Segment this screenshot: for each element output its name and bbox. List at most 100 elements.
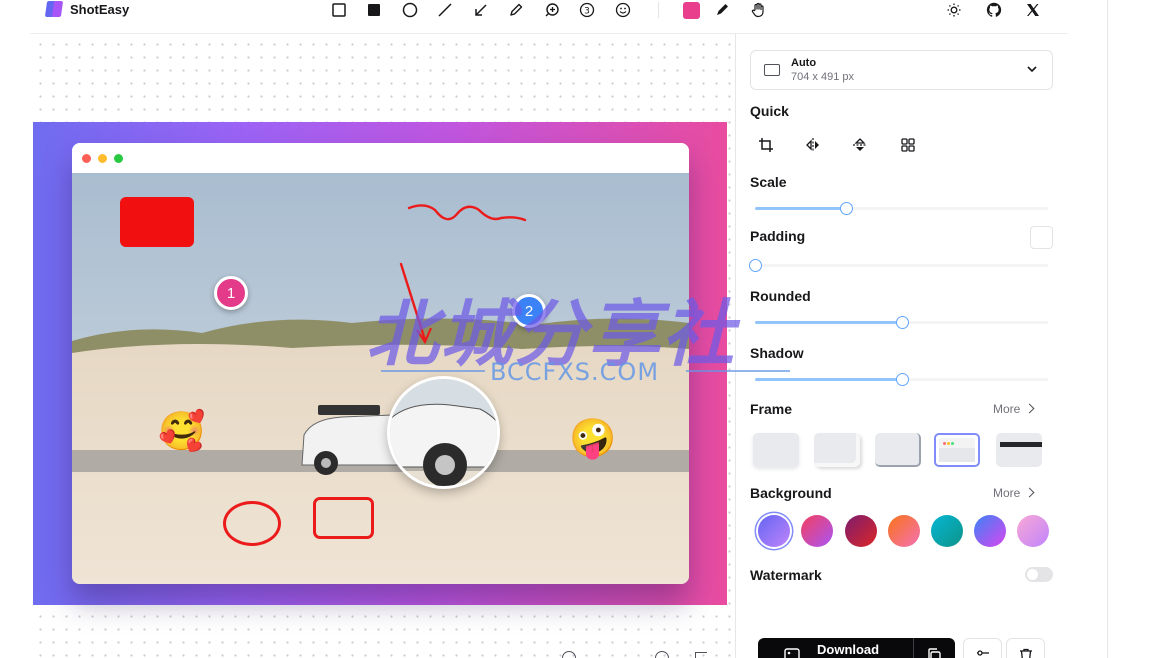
sliders-icon: [977, 650, 989, 656]
flip-vertical-button[interactable]: [849, 135, 871, 155]
magnifier-tool[interactable]: [542, 0, 562, 20]
padding-label: Padding: [750, 228, 806, 244]
flip-horizontal-button[interactable]: [802, 135, 824, 155]
copy-icon[interactable]: [926, 647, 942, 658]
freehand-squiggle[interactable]: [405, 196, 530, 236]
padding-color-picker[interactable]: [1030, 226, 1053, 249]
active-color-swatch: [682, 1, 700, 19]
theme-toggle[interactable]: [944, 0, 964, 20]
size-preset-dimensions: 704 x 491 px: [791, 71, 854, 83]
x-logo-icon: [1027, 4, 1039, 16]
watermark-line-left: [381, 370, 485, 372]
window-titlebar: [72, 143, 689, 173]
scale-slider[interactable]: [755, 201, 1048, 215]
background-more-link[interactable]: More: [993, 486, 1035, 500]
watermark-label: Watermark: [750, 567, 822, 583]
rounded-label: Rounded: [750, 288, 811, 304]
frame-macos-body: [939, 448, 975, 462]
sun-icon: [947, 3, 961, 17]
circle-tool[interactable]: [400, 0, 420, 20]
page-edge-divider: [1107, 0, 1108, 658]
frame-option-stack[interactable]: [814, 433, 860, 467]
zoom-in-icon[interactable]: [655, 651, 669, 658]
settings-button[interactable]: [963, 638, 1002, 658]
magnifier-lens[interactable]: [387, 376, 500, 489]
pen-tool[interactable]: [506, 0, 526, 20]
hand-tool[interactable]: [748, 0, 768, 20]
size-preset-select[interactable]: Auto 704 x 491 px: [750, 50, 1053, 90]
background-swatch-orange[interactable]: [888, 515, 920, 547]
frame-more-link[interactable]: More: [993, 402, 1035, 416]
chevron-down-icon: [1027, 66, 1037, 73]
filled-rectangle-tool[interactable]: [364, 0, 384, 20]
ellipse-annotation[interactable]: [223, 501, 281, 546]
background-swatch-teal[interactable]: [931, 515, 963, 547]
frame-option-macos-light[interactable]: [934, 433, 980, 467]
arrow-tool[interactable]: [471, 0, 491, 20]
rounded-slider[interactable]: [755, 315, 1048, 329]
emoji-smiling-hearts[interactable]: 🥰: [158, 413, 205, 451]
monitor-icon: [764, 64, 780, 76]
emoji-tool[interactable]: [613, 0, 633, 20]
crop-button[interactable]: [755, 135, 777, 155]
number-tool[interactable]: 3: [577, 0, 597, 20]
number-badge-1[interactable]: 1: [214, 276, 248, 310]
chevron-right-icon: [1024, 403, 1035, 414]
grid-icon: [901, 138, 915, 152]
crop-icon: [759, 138, 773, 152]
fullscreen-icon[interactable]: [695, 652, 707, 658]
color-picker[interactable]: [681, 0, 701, 20]
emoji-zany-face[interactable]: 🤪: [569, 420, 616, 458]
watermark-domain-text: BCCFXS.COM: [490, 358, 660, 386]
scale-slider-thumb[interactable]: [839, 202, 853, 215]
layout-grid-button[interactable]: [897, 135, 919, 155]
size-preset-name: Auto: [791, 57, 817, 69]
brush-icon: [717, 4, 728, 15]
image-icon: [784, 648, 800, 658]
background-swatch-blue-magenta[interactable]: [974, 515, 1006, 547]
download-button[interactable]: Download: [758, 638, 955, 658]
rectangle-tool[interactable]: [329, 0, 349, 20]
shadow-slider[interactable]: [755, 372, 1048, 386]
hand-icon: [751, 2, 764, 18]
app-name: ShotEasy: [70, 1, 130, 17]
shoteasy-app: ShotEasy 3 1 2 🥰 🤪 北城分享社 BCCFXS.COM Auto…: [0, 0, 1173, 658]
frame-option-none[interactable]: [753, 433, 799, 467]
filled-rectangle-annotation[interactable]: [120, 197, 194, 247]
padding-slider[interactable]: [749, 258, 1048, 272]
line-icon: [438, 3, 452, 17]
frame-option-macos-dark[interactable]: [996, 433, 1042, 467]
minimize-dot: [98, 154, 107, 163]
brush-tool[interactable]: [712, 0, 732, 20]
top-toolbar: ShotEasy 3: [0, 0, 1068, 22]
github-icon: [986, 2, 1002, 17]
line-tool[interactable]: [435, 0, 455, 20]
frame-dark-bar: [1000, 442, 1042, 447]
download-label: Download: [817, 642, 880, 657]
github-link[interactable]: [984, 0, 1004, 20]
rounded-slider-thumb[interactable]: [895, 316, 909, 329]
app-logo[interactable]: ShotEasy: [44, 1, 130, 17]
padding-slider-thumb[interactable]: [749, 259, 762, 272]
shadow-slider-thumb[interactable]: [895, 373, 909, 386]
square-filled-icon: [368, 4, 380, 16]
circled-number-icon: 3: [579, 2, 595, 18]
background-swatch-pastel[interactable]: [1017, 515, 1049, 547]
trash-icon: [1020, 648, 1032, 658]
watermark-toggle[interactable]: [1025, 567, 1053, 582]
maximize-dot: [114, 154, 123, 163]
x-link[interactable]: [1023, 0, 1043, 20]
quick-label: Quick: [750, 103, 789, 119]
smiley-icon: [615, 2, 631, 18]
zoom-out-icon[interactable]: [562, 651, 576, 658]
square-outline-icon: [332, 3, 346, 17]
flip-horizontal-icon: [806, 138, 819, 152]
rectangle-annotation[interactable]: [313, 497, 374, 539]
background-swatch-violet[interactable]: [758, 515, 790, 547]
frame-option-border[interactable]: [875, 433, 921, 467]
circle-icon: [402, 2, 418, 18]
background-swatch-pink-purple[interactable]: [801, 515, 833, 547]
delete-button[interactable]: [1006, 638, 1045, 658]
background-swatch-maroon[interactable]: [845, 515, 877, 547]
toolbar-divider: [658, 2, 659, 18]
